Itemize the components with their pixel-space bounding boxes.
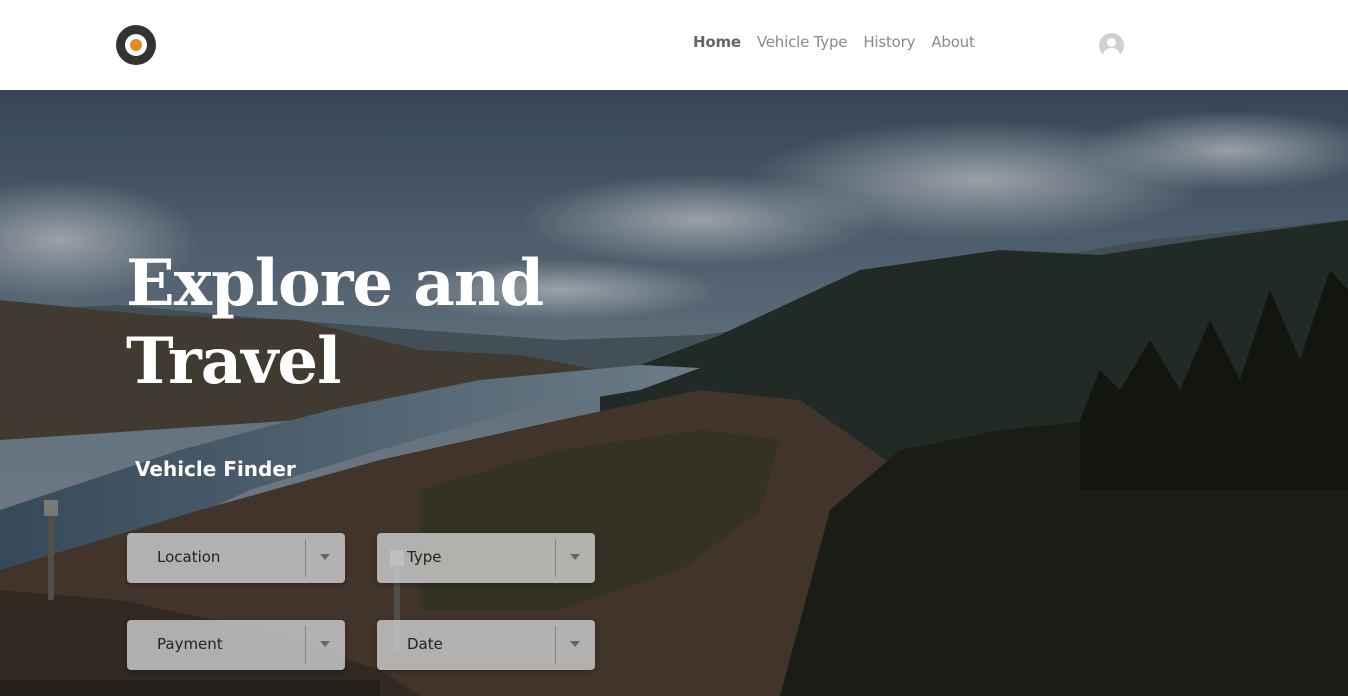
date-select[interactable]: Date: [377, 620, 595, 670]
logo-accent-dot: [130, 39, 142, 51]
type-select[interactable]: Type: [377, 533, 595, 583]
chevron-down-icon[interactable]: [570, 641, 580, 647]
payment-select-label: Payment: [157, 635, 223, 653]
logo-icon[interactable]: [116, 25, 156, 65]
logo-inner-ring: [125, 34, 147, 56]
select-divider: [555, 539, 556, 577]
headline-line-2: Travel: [126, 324, 341, 399]
nav-history[interactable]: History: [863, 33, 915, 51]
avatar-head: [1107, 38, 1116, 47]
date-select-label: Date: [407, 635, 443, 653]
chevron-down-icon[interactable]: [570, 554, 580, 560]
hero-headline: Explore and Travel: [126, 245, 544, 401]
nav-home[interactable]: Home: [693, 33, 741, 51]
chevron-down-icon[interactable]: [320, 641, 330, 647]
payment-select[interactable]: Payment: [127, 620, 345, 670]
vehicle-finder-title: Vehicle Finder: [135, 457, 296, 481]
avatar-body: [1103, 48, 1120, 58]
headline-line-1: Explore and: [126, 246, 544, 321]
main-nav: Home Vehicle Type History About: [693, 33, 975, 51]
select-divider: [555, 626, 556, 664]
location-select-label: Location: [157, 548, 221, 566]
select-divider: [305, 626, 306, 664]
location-select[interactable]: Location: [127, 533, 345, 583]
type-select-label: Type: [407, 548, 442, 566]
top-navigation-bar: Home Vehicle Type History About: [0, 0, 1348, 90]
hero-section: Explore and Travel Vehicle Finder Locati…: [0, 90, 1348, 696]
nav-vehicle-type[interactable]: Vehicle Type: [757, 33, 848, 51]
user-avatar-icon[interactable]: [1099, 33, 1124, 58]
nav-about[interactable]: About: [931, 33, 975, 51]
select-divider: [305, 539, 306, 577]
chevron-down-icon[interactable]: [320, 554, 330, 560]
